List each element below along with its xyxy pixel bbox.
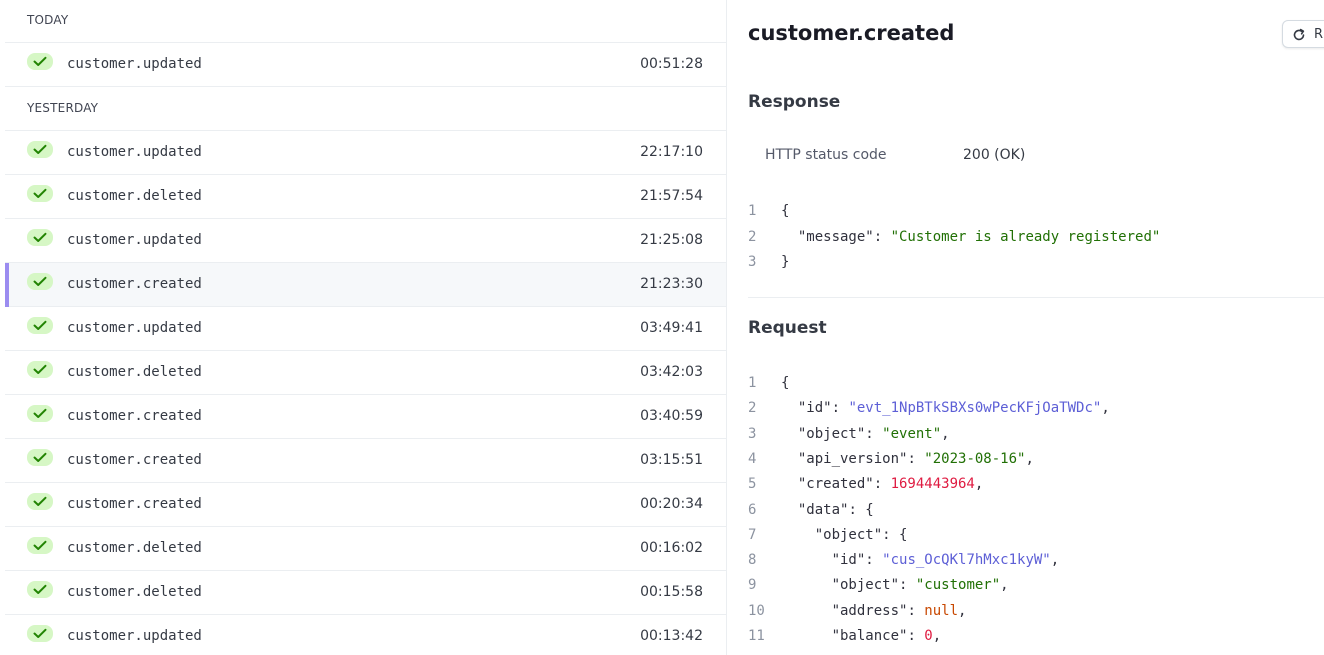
line-number: 3 <box>748 254 757 270</box>
code-text: { <box>781 203 790 219</box>
request-heading: Request <box>748 318 827 338</box>
event-time: 22:17:10 <box>640 144 703 160</box>
event-row[interactable]: customer.deleted 21:57:54 <box>5 175 726 219</box>
event-row[interactable]: customer.updated 00:13:42 <box>5 615 726 655</box>
event-time: 00:13:42 <box>640 628 703 644</box>
code-text: "message": "Customer is already register… <box>797 228 1161 245</box>
code-text: "api_version": "2023-08-16", <box>781 450 1034 467</box>
panel-divider <box>726 0 727 655</box>
check-icon <box>27 493 53 510</box>
event-name: customer.created <box>67 276 202 292</box>
resend-label: R <box>1314 27 1324 42</box>
code-text: "object": "event", <box>781 425 950 442</box>
line-number: 6 <box>748 501 757 518</box>
event-name: customer.updated <box>67 56 202 72</box>
event-row[interactable]: customer.deleted 00:15:58 <box>5 571 726 615</box>
check-icon <box>27 185 53 202</box>
check-icon <box>27 405 53 422</box>
event-row[interactable]: customer.deleted 00:16:02 <box>5 527 726 571</box>
event-name: customer.deleted <box>67 364 202 380</box>
code-text: "id": "evt_1NpBTkSBXs0wPecKFjOaTWDc", <box>781 400 1110 417</box>
event-time: 00:16:02 <box>640 540 703 556</box>
event-name: customer.created <box>67 408 202 424</box>
code-text: "object": "customer", <box>781 577 1009 594</box>
check-icon <box>27 53 53 70</box>
event-name: customer.updated <box>67 628 202 644</box>
line-number: 8 <box>748 552 757 569</box>
event-name: customer.created <box>67 496 202 512</box>
event-row[interactable]: customer.updated 03:49:41 <box>5 307 726 351</box>
date-group-label: TODAY <box>27 13 69 27</box>
response-heading: Response <box>748 92 841 112</box>
event-row[interactable]: customer.created 03:40:59 <box>5 395 726 439</box>
event-row[interactable]: customer.updated 22:17:10 <box>5 131 726 175</box>
resend-button[interactable]: R <box>1282 20 1324 48</box>
event-name: customer.updated <box>67 320 202 336</box>
check-icon <box>27 537 53 554</box>
check-icon <box>27 317 53 334</box>
code-text: "object": { <box>781 526 908 543</box>
code-text: "balance": 0, <box>781 628 942 644</box>
event-time: 03:49:41 <box>640 320 703 336</box>
event-time: 00:15:58 <box>640 584 703 600</box>
line-number: 4 <box>748 450 757 467</box>
event-list-panel: TODAY customer.updated 00:51:28 YESTERDAY cu… <box>0 0 726 655</box>
line-number: 2 <box>748 400 757 417</box>
http-status-value: 200 (OK) <box>963 147 1026 163</box>
check-icon <box>27 273 53 290</box>
date-group-label: YESTERDAY <box>27 101 99 115</box>
line-number: 1 <box>748 203 757 219</box>
line-number: 11 <box>748 628 765 644</box>
http-status-label: HTTP status code <box>765 147 887 163</box>
code-text: "address": null, <box>781 602 967 619</box>
event-time: 03:42:03 <box>640 364 703 380</box>
event-detail-title: customer.created <box>748 21 955 45</box>
line-number: 10 <box>748 602 765 619</box>
check-icon <box>27 361 53 378</box>
event-time: 00:51:28 <box>640 56 703 72</box>
event-name: customer.updated <box>67 232 202 248</box>
event-time: 03:40:59 <box>640 408 703 424</box>
refresh-icon <box>1293 28 1305 41</box>
event-name: customer.deleted <box>67 540 202 556</box>
line-number: 9 <box>748 577 757 594</box>
check-icon <box>27 141 53 158</box>
section-divider <box>748 297 1324 298</box>
line-number: 2 <box>748 228 757 245</box>
event-name: customer.created <box>67 452 202 468</box>
event-name: customer.deleted <box>67 584 202 600</box>
line-number: 3 <box>748 425 757 442</box>
event-row-selected[interactable]: customer.created 21:23:30 <box>5 263 726 307</box>
check-icon <box>27 625 53 642</box>
date-group-header: TODAY <box>5 0 726 43</box>
event-row[interactable]: customer.created 00:20:34 <box>5 483 726 527</box>
code-text: "id": "cus_OcQKl7hMxc1kyW", <box>781 552 1060 569</box>
event-name: customer.deleted <box>67 188 202 204</box>
code-text: { <box>781 375 790 391</box>
code-text: } <box>781 254 790 270</box>
event-row[interactable]: customer.deleted 03:42:03 <box>5 351 726 395</box>
check-icon <box>27 449 53 466</box>
event-time: 03:15:51 <box>640 452 703 468</box>
check-icon <box>27 581 53 598</box>
event-time: 21:57:54 <box>640 188 703 204</box>
line-number: 1 <box>748 375 757 391</box>
event-time: 21:23:30 <box>640 276 703 292</box>
event-row[interactable]: customer.updated 00:51:28 <box>5 43 726 87</box>
check-icon <box>27 229 53 246</box>
event-time: 21:25:08 <box>640 232 703 248</box>
line-number: 5 <box>748 476 757 493</box>
event-row[interactable]: customer.updated 21:25:08 <box>5 219 726 263</box>
line-number: 7 <box>748 526 757 543</box>
date-group-header: YESTERDAY <box>5 87 726 131</box>
code-text: "data": { <box>781 501 874 518</box>
event-name: customer.updated <box>67 144 202 160</box>
event-time: 00:20:34 <box>640 496 703 512</box>
code-text: "created": 1694443964, <box>781 476 984 493</box>
event-row[interactable]: customer.created 03:15:51 <box>5 439 726 483</box>
